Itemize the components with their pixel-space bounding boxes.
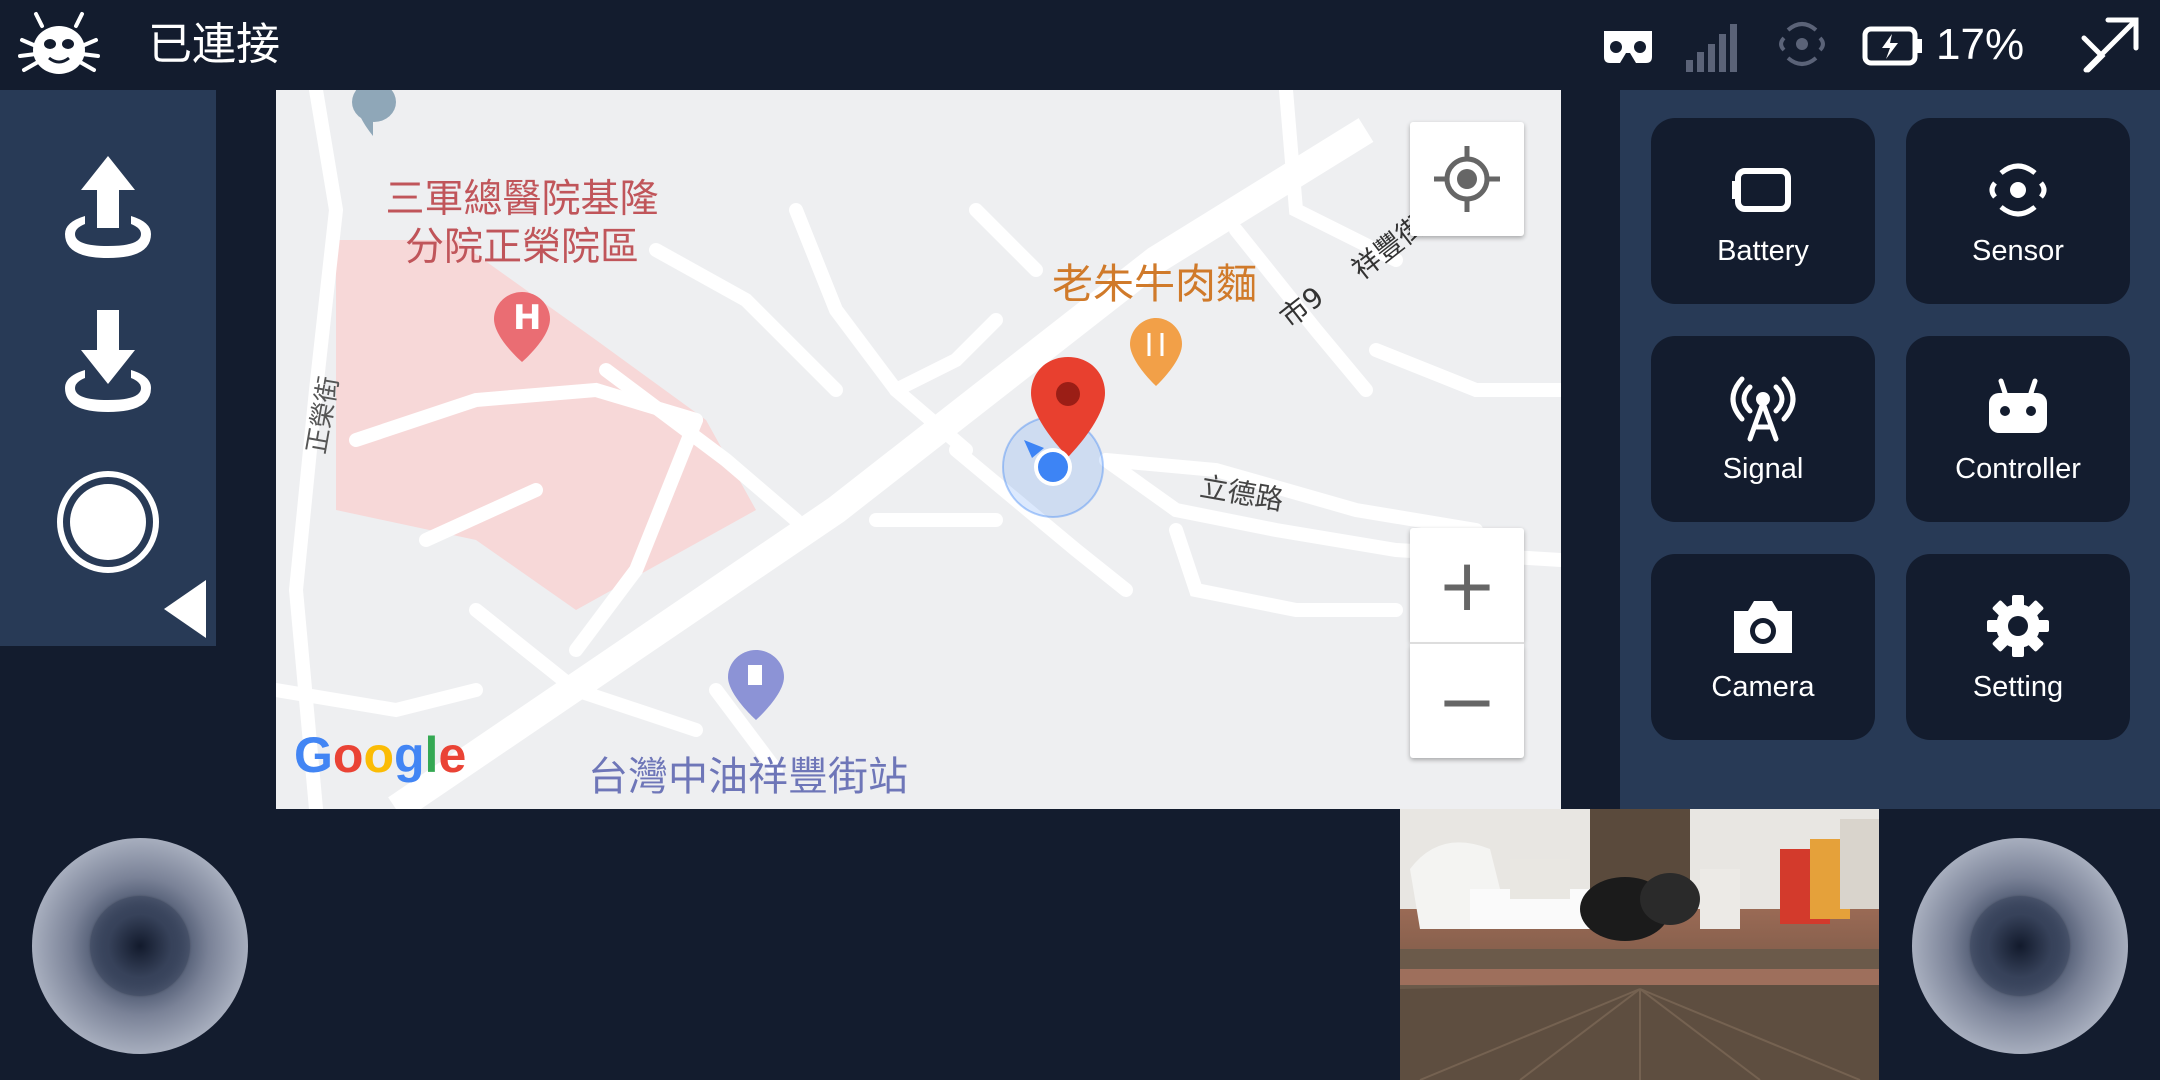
- my-location-button[interactable]: [1410, 122, 1524, 236]
- hospital-label[interactable]: 三軍總醫院基隆 分院正榮院區: [372, 176, 672, 272]
- zoom-divider: [1410, 642, 1524, 644]
- right-joystick-knob[interactable]: [1970, 896, 2070, 996]
- sensor-tile-label: Sensor: [1972, 234, 2064, 267]
- gear-icon: [1987, 594, 2049, 657]
- battery-charging-icon: [1862, 26, 1924, 66]
- controller-tile[interactable]: Controller: [1906, 336, 2130, 522]
- sensor-icon: [1989, 163, 2047, 216]
- signal-tile[interactable]: Signal: [1651, 336, 1875, 522]
- takeoff-button[interactable]: [50, 150, 166, 266]
- collapse-arrow-icon[interactable]: [160, 578, 210, 640]
- setting-tile-label: Setting: [1972, 670, 2064, 703]
- google-logo: Google: [294, 727, 467, 783]
- top-status-bar: 已連接 17%: [0, 0, 2160, 90]
- crosshair-icon: [1434, 146, 1500, 212]
- signal-tile-label: Signal: [1722, 452, 1804, 485]
- takeoff-icon: [65, 156, 151, 258]
- restaurant-label[interactable]: 老朱牛肉麵: [1052, 250, 1257, 310]
- record-button[interactable]: [50, 464, 166, 580]
- left-joystick-knob[interactable]: [90, 896, 190, 996]
- vr-headset-icon[interactable]: [1600, 27, 1656, 67]
- zoom-in-button[interactable]: +: [1410, 528, 1524, 642]
- zoom-out-button[interactable]: −: [1410, 644, 1524, 758]
- battery-tile[interactable]: Battery: [1651, 118, 1875, 304]
- camera-icon: [1734, 600, 1792, 653]
- controller-tile-label: Controller: [1955, 452, 2081, 485]
- map-view[interactable]: H 三軍總醫院基隆 分院正榮院區 老朱牛肉麵 市9 祥豐街 立德路 正榮街 台灣…: [276, 90, 1561, 809]
- battery-icon: [1732, 167, 1791, 212]
- battery-tile-label: Battery: [1717, 234, 1809, 267]
- record-icon: [57, 471, 159, 573]
- connection-status: 已連接: [148, 19, 280, 70]
- drone-fly-icon[interactable]: [2078, 12, 2144, 78]
- mascot-icon[interactable]: [14, 10, 104, 80]
- land-icon: [65, 310, 151, 412]
- camera-tile-label: Camera: [1711, 670, 1815, 703]
- camera-preview[interactable]: [1400, 809, 1879, 1080]
- gamepad-icon: [1989, 378, 2047, 433]
- gas-station-label[interactable]: 台灣中油祥豐街站: [588, 744, 908, 802]
- camera-feed-image: [1400, 809, 1879, 1080]
- antenna-icon: [1730, 376, 1796, 441]
- sensor-status-icon: [1774, 16, 1830, 72]
- function-panel: Battery Sensor Signal Controller Camera …: [1620, 90, 2160, 809]
- hospital-marker-label: H: [513, 298, 542, 338]
- flight-control-panel: [0, 90, 216, 646]
- signal-bars-icon: [1684, 20, 1740, 72]
- camera-tile[interactable]: Camera: [1651, 554, 1875, 740]
- sensor-tile[interactable]: Sensor: [1906, 118, 2130, 304]
- left-joystick[interactable]: [32, 838, 248, 1054]
- right-joystick[interactable]: [1912, 838, 2128, 1054]
- battery-percent: 17%: [1936, 20, 2025, 69]
- setting-tile[interactable]: Setting: [1906, 554, 2130, 740]
- land-button[interactable]: [50, 304, 166, 420]
